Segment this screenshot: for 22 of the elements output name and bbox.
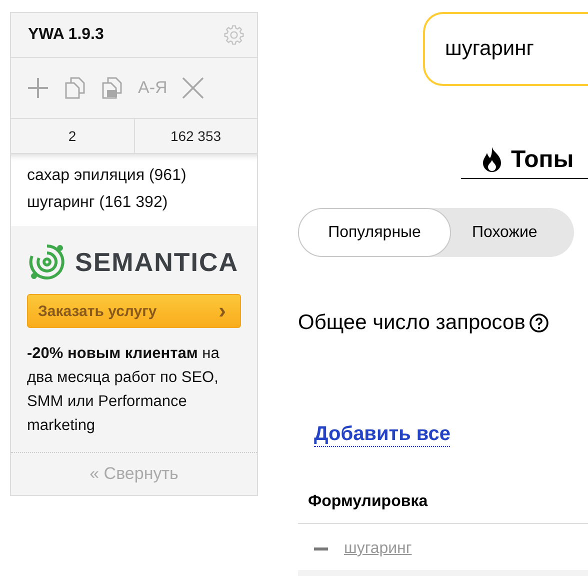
search-field[interactable]: шугаринг [423, 12, 588, 86]
brand-name: SEMANTICA [75, 246, 239, 278]
keyword-item: сахар эпиляция (961) [27, 166, 188, 186]
close-icon[interactable] [182, 77, 204, 99]
copy-icon[interactable] [64, 77, 86, 99]
copy-sort-icon[interactable] [101, 77, 123, 99]
count-cell: 162 353 [134, 119, 257, 153]
add-all-link[interactable]: Добавить все [314, 423, 450, 447]
help-icon[interactable] [529, 313, 550, 333]
settings-icon[interactable] [223, 24, 245, 46]
count-cell-text: 2 [67, 127, 78, 146]
tab[interactable]: Популярные [298, 208, 451, 257]
section-heading: Топы [461, 146, 588, 178]
total-label: Общее число запросов [298, 311, 526, 335]
keyword-item: шугаринг (161 392) [27, 193, 169, 213]
logo-icon [27, 242, 67, 282]
fire-icon [481, 147, 503, 173]
panel-title: YWA 1.9.3 [28, 26, 104, 44]
tab[interactable]: Похожие [451, 208, 558, 257]
promo-text: -20% новым клиентам на два месяца работ по SEO, SMM или Performance marketing [27, 344, 220, 436]
add-icon[interactable] [27, 77, 49, 99]
column-header: Формулировка [308, 493, 428, 510]
